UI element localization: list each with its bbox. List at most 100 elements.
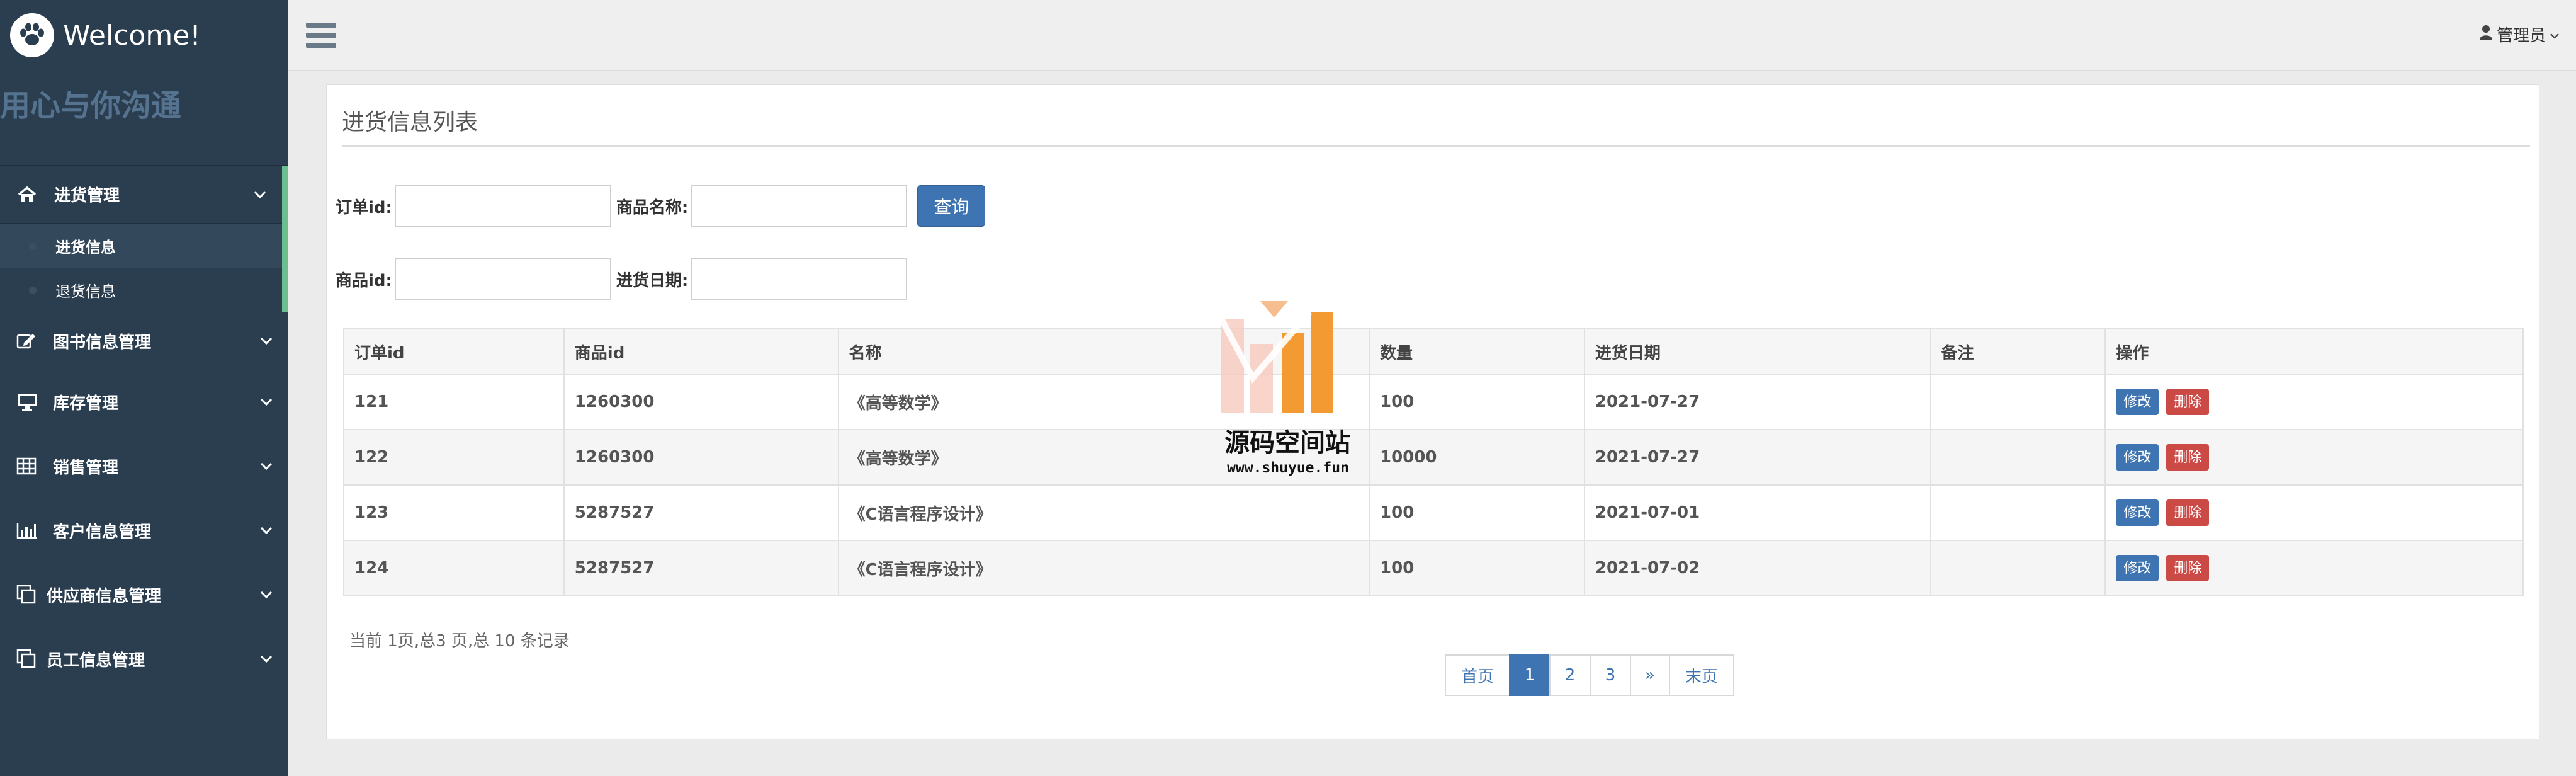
product-name-input[interactable] [691, 185, 908, 227]
sub-label: 进货信息 [55, 238, 116, 256]
query-button[interactable]: 查询 [917, 185, 986, 227]
page-last-button[interactable]: 末页 [1669, 654, 1734, 696]
nav-head-purchase[interactable]: 进货管理 [0, 166, 282, 224]
chevron-down-icon [244, 397, 288, 406]
cell-order-id: 122 [343, 429, 565, 486]
order-id-input[interactable] [394, 185, 611, 227]
purchase-date-label: 进货日期: [616, 271, 689, 290]
nav-label: 图书信息管理 [53, 333, 152, 352]
cell-qty: 100 [1369, 374, 1585, 430]
cell-date: 2021-07-27 [1583, 374, 1931, 430]
edit-button[interactable]: 修改 [2116, 444, 2159, 471]
product-id-label: 商品id: [336, 271, 392, 290]
column-header: 备注 [1929, 328, 2106, 375]
sidebar-nav: 进货管理 进货信息 退货信息 图书信息管理 库存管理 销售管理 客户信息管理 供… [0, 165, 288, 691]
nav-group-sales: 销售管理 [0, 434, 288, 498]
search-row-1: 订单id: 商品名称: 查询 [336, 185, 986, 227]
menu-toggle-icon[interactable] [306, 23, 336, 48]
nav-head-sales[interactable]: 销售管理 [0, 434, 288, 498]
column-header: 数量 [1369, 328, 1585, 375]
delete-button[interactable]: 删除 [2166, 555, 2210, 581]
cell-note [1929, 374, 2106, 430]
page-2-button[interactable]: 2 [1549, 654, 1591, 696]
delete-button[interactable]: 删除 [2166, 389, 2210, 415]
nav-head-customers[interactable]: 客户信息管理 [0, 498, 288, 562]
search-row-2: 商品id: 进货日期: [336, 258, 912, 300]
nav-label: 库存管理 [53, 394, 119, 413]
monitor-icon [16, 392, 42, 411]
nav-head-suppliers[interactable]: 供应商信息管理 [0, 562, 288, 627]
nav-group-inventory: 库存管理 [0, 370, 288, 434]
nav-label: 进货管理 [54, 186, 120, 205]
content-panel: 进货信息列表 订单id: 商品名称: 查询 商品id: 进货日期: 订单id 商… [326, 84, 2539, 739]
nav-group-purchase: 进货管理 进货信息 退货信息 [0, 166, 288, 312]
cell-date: 2021-07-01 [1583, 484, 1931, 541]
cell-note [1929, 540, 2106, 596]
dot-icon [29, 287, 37, 294]
page-3-button[interactable]: 3 [1590, 654, 1631, 696]
cell-order-id: 123 [343, 484, 565, 541]
sidebar-item-purchase-info[interactable]: 进货信息 [0, 224, 282, 268]
nav-label: 销售管理 [53, 458, 119, 477]
nav-label: 员工信息管理 [47, 651, 145, 670]
topbar: 管理员 [288, 0, 2576, 71]
user-menu[interactable]: 管理员 [2479, 23, 2560, 46]
copy-icon [16, 585, 42, 605]
nav-head-staff[interactable]: 员工信息管理 [0, 627, 288, 691]
page-1-button[interactable]: 1 [1509, 654, 1551, 696]
column-header: 订单id [343, 328, 565, 375]
edit-button[interactable]: 修改 [2116, 389, 2159, 415]
cell-actions: 修改 删除 [2104, 484, 2524, 541]
sub-label: 退货信息 [55, 282, 116, 300]
product-id-input[interactable] [394, 258, 611, 300]
cell-qty: 10000 [1369, 429, 1585, 486]
cell-product-id: 5287527 [563, 540, 839, 596]
watermark-name: 源码空间站 [1224, 428, 1350, 457]
title-divider [342, 146, 2530, 147]
cell-actions: 修改 删除 [2104, 429, 2524, 486]
delete-button[interactable]: 删除 [2166, 444, 2210, 471]
page-first-button[interactable]: 首页 [1445, 654, 1510, 696]
sidebar-item-return-info[interactable]: 退货信息 [0, 268, 282, 312]
cell-note [1929, 429, 2106, 486]
chevron-down-icon [244, 462, 288, 471]
table-row: 124 5287527 《C语言程序设计》 100 2021-07-02 修改删… [343, 540, 2524, 596]
nav-head-books[interactable]: 图书信息管理 [0, 312, 288, 370]
user-name: 管理员 [2496, 26, 2546, 45]
chevron-down-icon [244, 654, 288, 663]
table-icon [16, 457, 42, 475]
slogan: 用心与你沟通 [0, 88, 182, 123]
edit-button[interactable]: 修改 [2116, 555, 2159, 581]
table-row: 122 1260300 《高等数学》 10000 2021-07-27 修改 删除 [343, 429, 2524, 486]
cell-qty: 100 [1369, 484, 1585, 541]
home-icon [18, 186, 43, 203]
bar-chart-icon [16, 522, 42, 539]
cell-qty: 100 [1369, 540, 1585, 596]
nav-label: 客户信息管理 [53, 522, 152, 542]
cell-date: 2021-07-27 [1583, 429, 1931, 486]
nav-label: 供应商信息管理 [47, 586, 162, 606]
dot-icon [29, 243, 37, 250]
delete-button[interactable]: 删除 [2166, 499, 2210, 526]
chevron-down-icon [2550, 25, 2560, 44]
cell-actions: 修改 删除 [2104, 540, 2524, 596]
cell-note [1929, 484, 2106, 541]
brand-title: Welcome! [63, 19, 201, 52]
page-next-button[interactable]: » [1630, 654, 1670, 696]
order-id-label: 订单id: [336, 198, 392, 217]
purchase-table: 订单id 商品id 名称 数量 进货日期 备注 操作 121 1260300 《… [343, 328, 2524, 596]
edit-button[interactable]: 修改 [2116, 499, 2159, 526]
nav-head-inventory[interactable]: 库存管理 [0, 370, 288, 434]
column-header: 进货日期 [1583, 328, 1931, 375]
cell-actions: 修改 删除 [2104, 374, 2524, 430]
cell-date: 2021-07-02 [1583, 540, 1931, 596]
table-header-row: 订单id 商品id 名称 数量 进货日期 备注 操作 [343, 328, 2524, 375]
purchase-date-input[interactable] [691, 258, 908, 300]
cell-product-id: 5287527 [563, 484, 839, 541]
page-title: 进货信息列表 [342, 110, 478, 135]
copy-icon [16, 649, 42, 669]
cell-product-id: 1260300 [563, 429, 839, 486]
nav-group-suppliers: 供应商信息管理 [0, 562, 288, 627]
chevron-down-icon [244, 590, 288, 599]
chevron-down-icon [244, 336, 288, 345]
